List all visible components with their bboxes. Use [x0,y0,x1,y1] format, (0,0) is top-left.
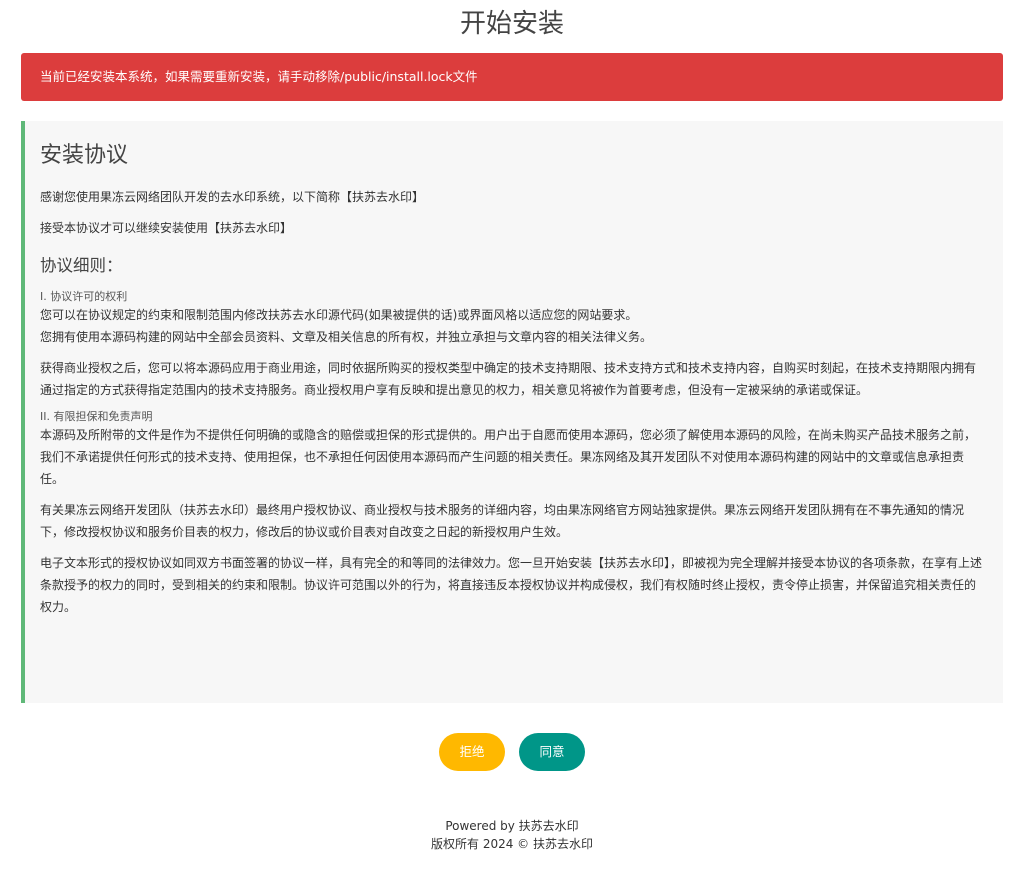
section-2-paragraph-3: 电子文本形式的授权协议如同双方书面签署的协议一样，具有完全的和等同的法律效力。您… [40,556,983,614]
terms-heading: 协议细则： [40,256,123,275]
copyright-text: 版权所有 2024 © 扶苏去水印 [431,837,593,851]
powered-by-text: Powered by 扶苏去水印 [445,819,579,833]
section-1-line-1: 您可以在协议规定的约束和限制范围内修改扶苏去水印源代码(如果被提供的话)或界面风… [40,308,638,322]
section-1-paragraph: 获得商业授权之后，您可以将本源码应用于商业用途，同时依据所购买的授权类型中确定的… [40,361,977,397]
agreement-accept-note: 接受本协议才可以继续安装使用【扶苏去水印】 [40,221,293,235]
action-buttons: 拒绝 同意 [0,733,1024,771]
footer: Powered by 扶苏去水印 版权所有 2024 © 扶苏去水印 [0,817,1024,853]
agreement-title: 安装协议 [40,143,129,168]
section-2-paragraph-2: 有关果冻云网络开发团队（扶苏去水印）最终用户授权协议、商业授权与技术服务的详细内… [40,503,965,539]
agreement-panel[interactable]: 安装协议 感谢您使用果冻云网络团队开发的去水印系统，以下简称【扶苏去水印】 接受… [21,121,1003,703]
install-page: 开始安装 当前已经安装本系统，如果需要重新安装，请手动移除/public/ins… [0,0,1024,871]
already-installed-alert: 当前已经安装本系统，如果需要重新安装，请手动移除/public/install.… [21,53,1003,101]
reject-button[interactable]: 拒绝 [439,733,505,771]
page-title: 开始安装 [459,9,564,39]
section-1-label: I. 协议许可的权利 [40,290,128,303]
agreement-intro: 感谢您使用果冻云网络团队开发的去水印系统，以下简称【扶苏去水印】 [40,190,425,204]
section-1-line-2: 您拥有使用本源码构建的网站中全部会员资料、文章及相关信息的所有权，并独立承担与文… [40,330,653,344]
section-2-label: II. 有限担保和免责声明 [40,410,153,423]
section-2-paragraph-1: 本源码及所附带的文件是作为不提供任何明确的或隐含的赔偿或担保的形式提供的。用户出… [40,428,977,486]
agree-button[interactable]: 同意 [519,733,585,771]
